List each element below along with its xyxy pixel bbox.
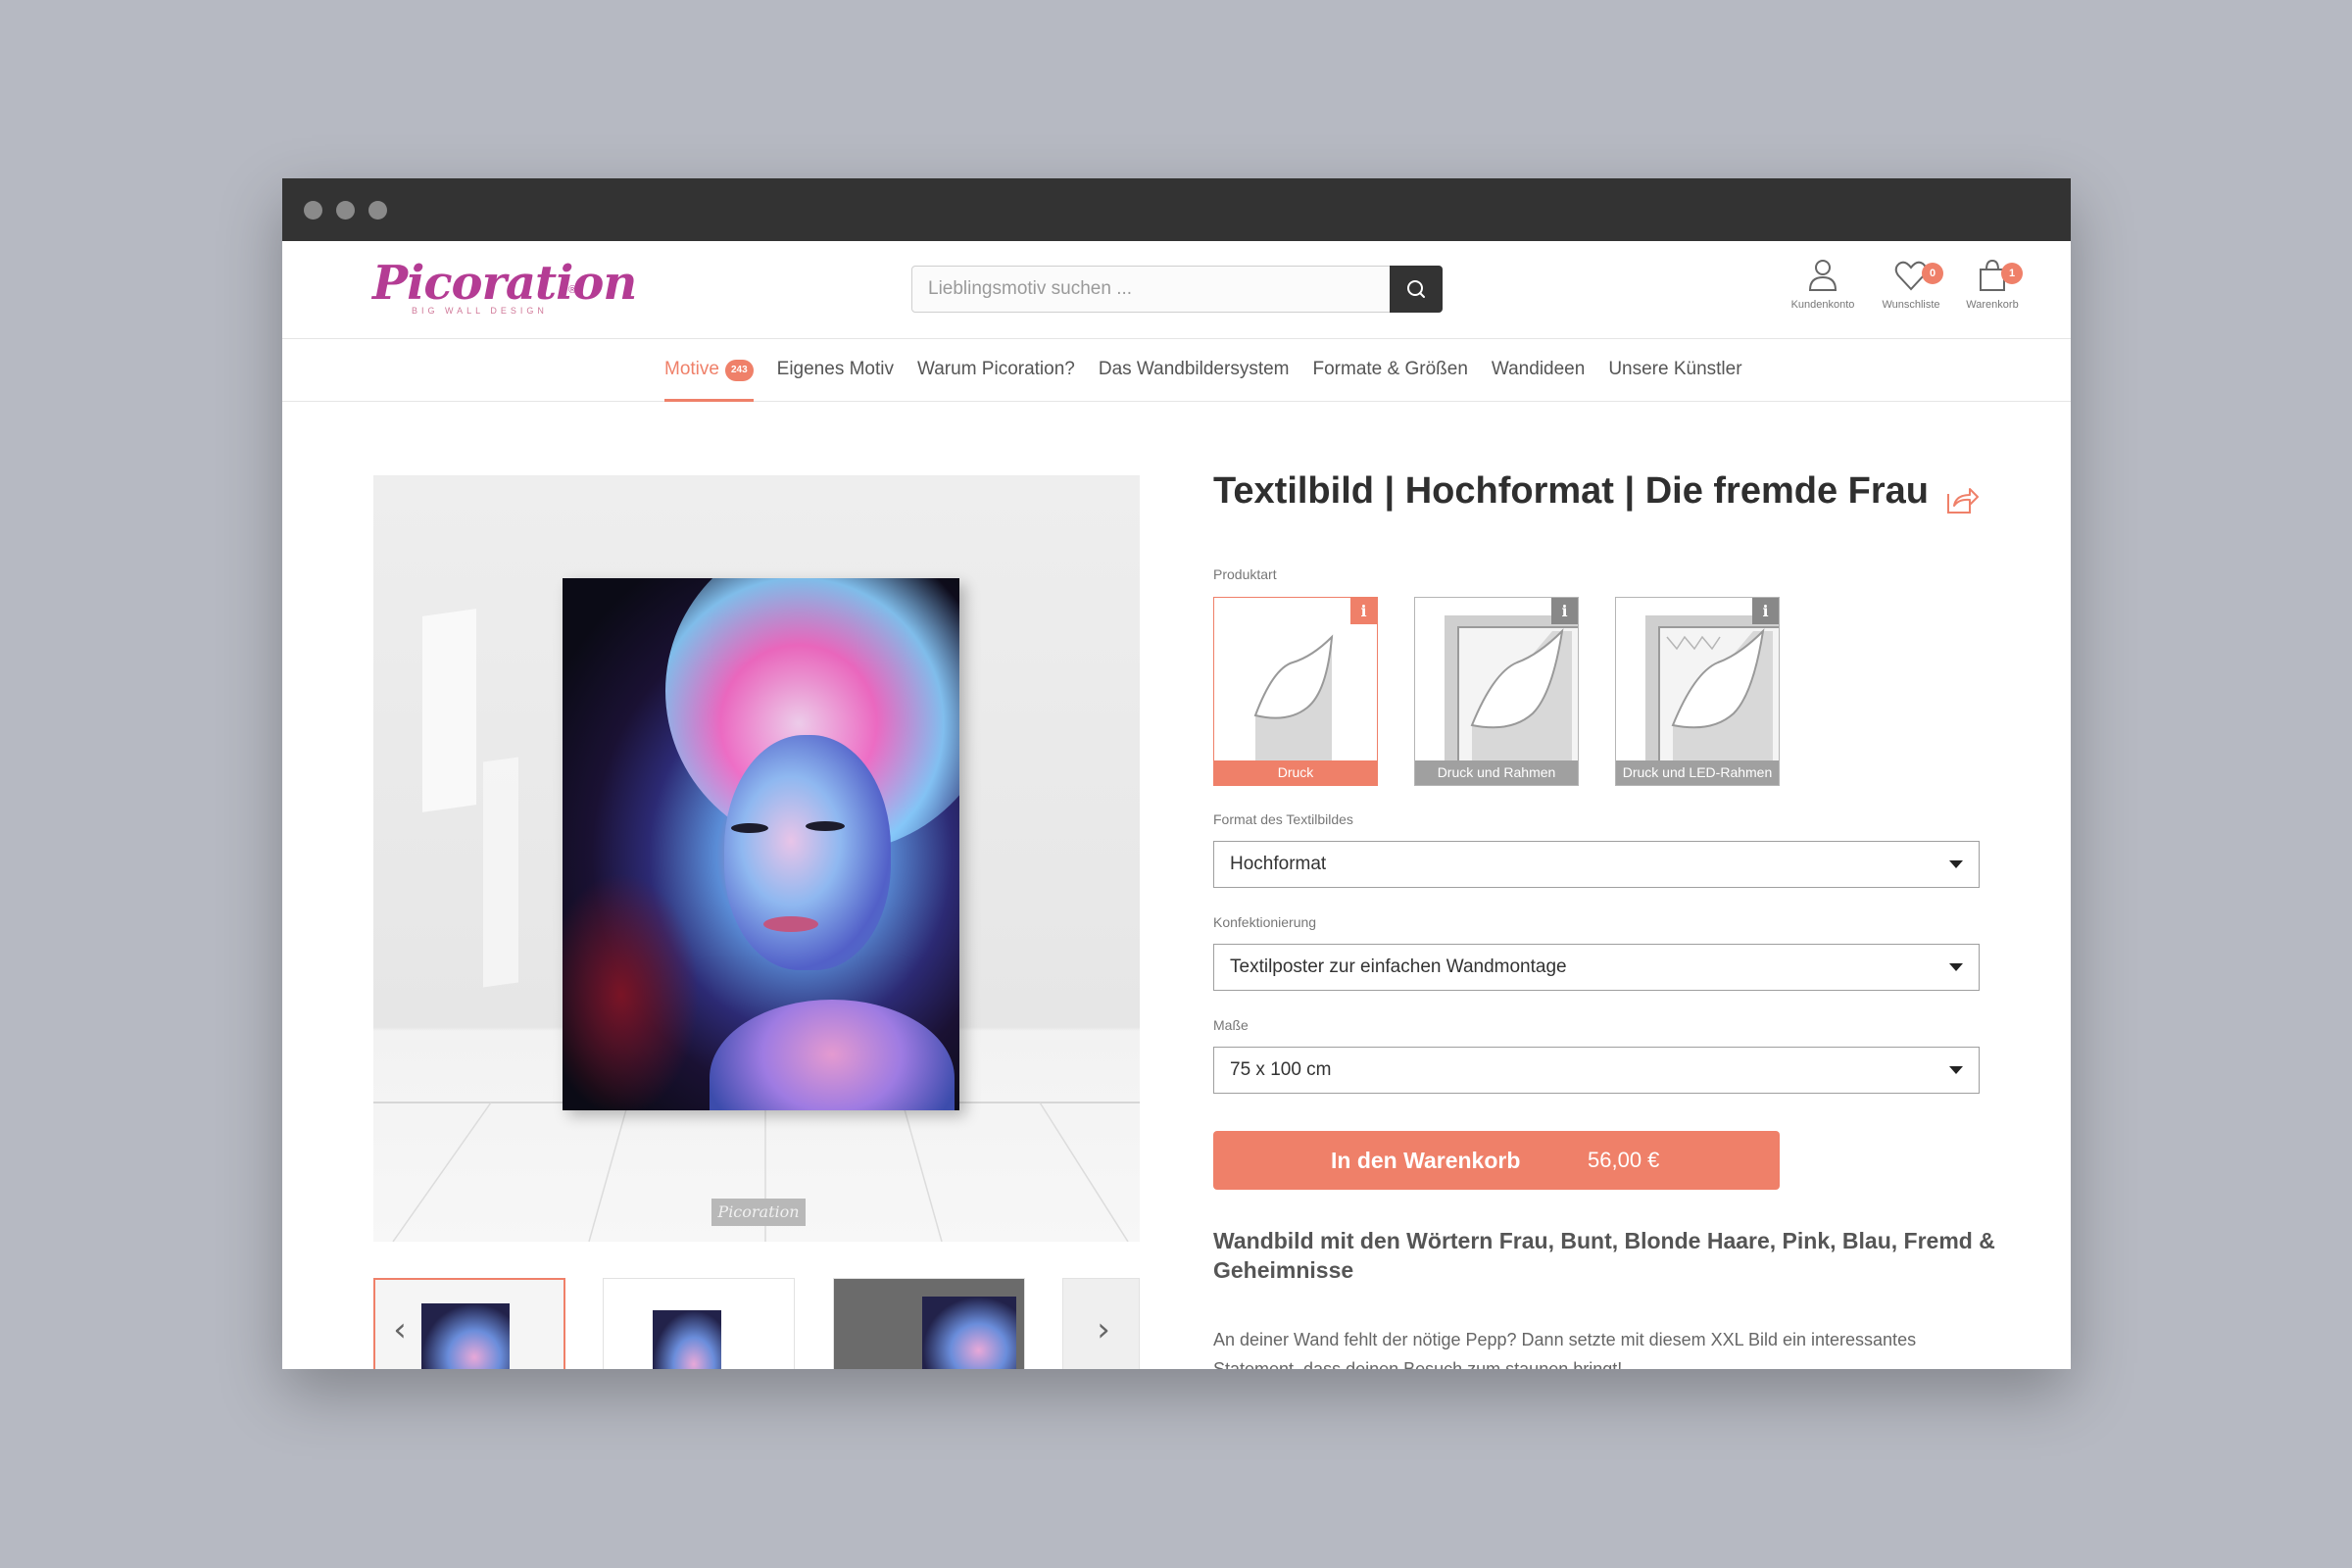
product-type-option-label: Druck und Rahmen: [1415, 760, 1578, 785]
caret-down-icon: [1949, 963, 1963, 971]
portrait-artwork: [563, 578, 959, 1110]
main-navigation: Motive 243 Eigenes Motiv Warum Picoration…: [282, 339, 2071, 402]
browser-window: Picoration ® BIG WALL DESIGN Kundenkonto: [282, 178, 2071, 1369]
browser-titlebar: [282, 178, 2071, 241]
nav-item-kuenstler[interactable]: Unsere Künstler: [1596, 339, 1753, 402]
format-select-value: Hochformat: [1230, 854, 1327, 874]
wishlist-label: Wunschliste: [1882, 299, 1940, 311]
product-type-label: Produktart: [1213, 566, 1277, 582]
gallery-thumbnail[interactable]: [833, 1278, 1025, 1369]
size-select-value: 75 x 100 cm: [1230, 1059, 1332, 1080]
site-header: Picoration ® BIG WALL DESIGN Kundenkonto: [282, 241, 2071, 339]
artwork-shoulder: [710, 1000, 955, 1110]
close-window-dot[interactable]: [304, 201, 322, 220]
add-to-cart-button[interactable]: In den Warenkorb 56,00 €: [1213, 1131, 1780, 1190]
search-button[interactable]: [1390, 266, 1443, 313]
nav-item-label: Motive: [664, 359, 719, 379]
gallery-prev-arrow[interactable]: ‹: [380, 1305, 419, 1354]
search-bar: [911, 266, 1443, 313]
wishlist-link[interactable]: 0 Wunschliste: [1867, 257, 1955, 327]
nav-item-motive[interactable]: Motive 243: [653, 339, 765, 402]
size-label: Maße: [1213, 1017, 1249, 1033]
cart-count-badge: 1: [2001, 263, 2023, 284]
info-icon[interactable]: i: [1551, 598, 1578, 624]
nav-item-wandbildersystem[interactable]: Das Wandbildersystem: [1087, 339, 1301, 402]
thumbnail-image: [922, 1297, 1016, 1369]
add-to-cart-label: In den Warenkorb: [1331, 1148, 1521, 1173]
search-icon: [1407, 280, 1425, 298]
account-link[interactable]: Kundenkonto: [1779, 257, 1867, 327]
search-input[interactable]: [912, 267, 1391, 312]
assembly-select[interactable]: Textilposter zur einfachen Wandmontage: [1213, 944, 1980, 991]
thumbnail-image: [421, 1303, 510, 1369]
caret-down-icon: [1949, 1066, 1963, 1074]
gallery-thumbnail[interactable]: [603, 1278, 795, 1369]
format-label: Format des Textilbildes: [1213, 811, 1353, 827]
info-icon[interactable]: i: [1350, 598, 1377, 624]
share-icon[interactable]: [1944, 484, 1980, 515]
artwork-eye: [731, 823, 768, 833]
product-title: Textilbild | Hochformat | Die fremde Fra…: [1213, 470, 1929, 512]
logo-registered-mark: ®: [568, 284, 577, 296]
cart-link[interactable]: 1 Warenkorb: [1948, 257, 2036, 327]
artwork-lips: [763, 916, 818, 932]
product-type-option-druck[interactable]: i Druck: [1213, 597, 1378, 786]
nav-item-formate-groessen[interactable]: Formate & Größen: [1301, 339, 1480, 402]
minimize-window-dot[interactable]: [336, 201, 355, 220]
cart-label: Warenkorb: [1966, 299, 2019, 311]
user-icon: [1808, 260, 1838, 291]
nav-item-eigenes-motiv[interactable]: Eigenes Motiv: [765, 339, 906, 402]
product-price: 56,00 €: [1588, 1148, 1660, 1172]
assembly-select-value: Textilposter zur einfachen Wandmontage: [1230, 956, 1567, 977]
description-heading: Wandbild mit den Wörtern Frau, Bunt, Blo…: [1213, 1228, 1995, 1283]
site-logo[interactable]: Picoration ® BIG WALL DESIGN: [372, 256, 637, 321]
size-select[interactable]: 75 x 100 cm: [1213, 1047, 1980, 1094]
info-icon[interactable]: i: [1752, 598, 1779, 624]
description-text: An deiner Wand fehlt der nötige Pepp? Da…: [1213, 1330, 1917, 1369]
wishlist-count-badge: 0: [1922, 263, 1943, 284]
image-watermark: Picoration: [711, 1199, 806, 1226]
product-main-image[interactable]: Picoration: [373, 475, 1140, 1242]
artwork-shadow: [563, 872, 700, 1110]
format-select[interactable]: Hochformat: [1213, 841, 1980, 888]
nav-item-wandideen[interactable]: Wandideen: [1480, 339, 1596, 402]
gallery-next-arrow[interactable]: ›: [1084, 1305, 1123, 1354]
maximize-window-dot[interactable]: [368, 201, 387, 220]
product-type-option-label: Druck: [1214, 760, 1377, 785]
account-label: Kundenkonto: [1790, 299, 1855, 311]
thumbnail-image: [653, 1310, 721, 1369]
artwork-eye: [806, 821, 845, 831]
product-type-option-druck-led-rahmen[interactable]: i Druck und LED-Rahmen: [1615, 597, 1780, 786]
product-type-option-druck-rahmen[interactable]: i Druck und Rahmen: [1414, 597, 1579, 786]
product-type-option-label: Druck und LED-Rahmen: [1616, 760, 1779, 785]
logo-wordmark: Picoration: [372, 256, 637, 311]
motive-count-badge: 243: [724, 360, 754, 381]
nav-item-warum-picoration[interactable]: Warum Picoration?: [906, 339, 1087, 402]
artwork-face: [724, 735, 891, 970]
assembly-label: Konfektionierung: [1213, 914, 1317, 930]
caret-down-icon: [1949, 860, 1963, 868]
